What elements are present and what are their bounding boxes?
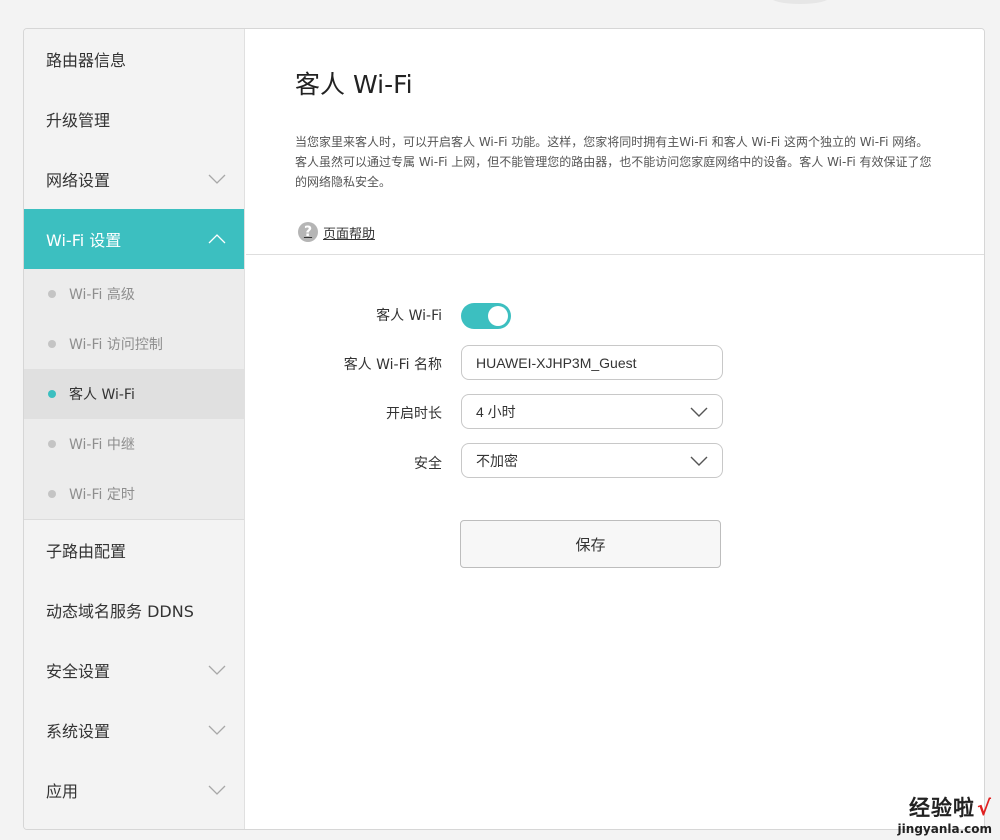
sidebar-item-label: 子路由配置 bbox=[46, 542, 127, 561]
chevron-down-icon bbox=[208, 785, 226, 795]
wifi-submenu: Wi-Fi 高级 Wi-Fi 访问控制 客人 Wi-Fi Wi-Fi 中继 Wi… bbox=[24, 269, 244, 520]
bullet-dot-icon bbox=[48, 440, 56, 448]
sidebar-item-apps[interactable]: 应用 bbox=[24, 760, 244, 820]
page-title: 客人 Wi-Fi bbox=[295, 70, 413, 99]
router-admin-window: 路由器信息 升级管理 网络设置 Wi-Fi 设置 Wi-Fi 高级 Wi-Fi … bbox=[23, 28, 985, 830]
sidebar-item-label: 网络设置 bbox=[46, 171, 111, 190]
sidebar-item-system-settings[interactable]: 系统设置 bbox=[24, 700, 244, 760]
sidebar-subitem-guest-wifi[interactable]: 客人 Wi-Fi bbox=[24, 369, 244, 419]
security-label: 安全 bbox=[414, 456, 442, 472]
guest-wifi-toggle-label: 客人 Wi-Fi bbox=[376, 308, 442, 324]
page-help-label: 页面帮助 bbox=[323, 226, 376, 242]
page-help-link[interactable]: ? 页面帮助 bbox=[298, 222, 375, 242]
sidebar-subitem-label: 客人 Wi-Fi bbox=[69, 387, 135, 403]
sidebar-item-label: 路由器信息 bbox=[46, 51, 127, 70]
sidebar-item-sub-router[interactable]: 子路由配置 bbox=[24, 520, 244, 580]
save-button[interactable]: 保存 bbox=[460, 520, 721, 568]
chevron-down-icon bbox=[208, 174, 226, 184]
sidebar-item-wifi-settings[interactable]: Wi-Fi 设置 bbox=[24, 209, 244, 269]
sidebar-item-label: 动态域名服务 DDNS bbox=[46, 602, 194, 621]
sidebar-subitem-wifi-access-control[interactable]: Wi-Fi 访问控制 bbox=[24, 319, 244, 369]
duration-select-value: 4 小时 bbox=[476, 403, 516, 420]
security-select[interactable]: 不加密 bbox=[461, 443, 723, 478]
sidebar-subitem-label: Wi-Fi 访问控制 bbox=[69, 337, 163, 353]
chevron-down-icon bbox=[690, 456, 708, 466]
guest-wifi-toggle[interactable] bbox=[461, 303, 511, 329]
toggle-knob bbox=[488, 306, 508, 326]
help-icon: ? bbox=[298, 222, 318, 242]
sidebar-subitem-label: Wi-Fi 定时 bbox=[69, 487, 135, 503]
sidebar-subitem-wifi-repeater[interactable]: Wi-Fi 中继 bbox=[24, 419, 244, 469]
bullet-dot-icon bbox=[48, 290, 56, 298]
watermark-url: jingyanla.com bbox=[897, 822, 992, 836]
sidebar-item-label: Wi-Fi 设置 bbox=[46, 231, 122, 250]
sidebar-subitem-label: Wi-Fi 中继 bbox=[69, 437, 135, 453]
chevron-down-icon bbox=[690, 407, 708, 417]
sidebar-subitem-wifi-schedule[interactable]: Wi-Fi 定时 bbox=[24, 469, 244, 519]
sidebar-item-label: 升级管理 bbox=[46, 111, 111, 130]
sidebar-item-ddns[interactable]: 动态域名服务 DDNS bbox=[24, 580, 244, 640]
main-panel: 客人 Wi-Fi 当您家里来客人时，可以开启客人 Wi-Fi 功能。这样，您家将… bbox=[246, 29, 984, 829]
section-divider bbox=[246, 254, 984, 255]
security-select-value: 不加密 bbox=[476, 452, 518, 469]
bullet-dot-icon bbox=[48, 340, 56, 348]
sidebar-item-label: 应用 bbox=[46, 782, 79, 801]
guest-wifi-name-label: 客人 Wi-Fi 名称 bbox=[343, 357, 442, 373]
chevron-up-icon bbox=[208, 234, 226, 244]
sidebar-subitem-label: Wi-Fi 高级 bbox=[69, 287, 135, 303]
sidebar-item-network-settings[interactable]: 网络设置 bbox=[24, 149, 244, 209]
sidebar-item-security-settings[interactable]: 安全设置 bbox=[24, 640, 244, 700]
guest-wifi-name-input[interactable]: HUAWEI-XJHP3M_Guest bbox=[461, 345, 723, 380]
sidebar: 路由器信息 升级管理 网络设置 Wi-Fi 设置 Wi-Fi 高级 Wi-Fi … bbox=[24, 29, 245, 829]
bullet-dot-icon bbox=[48, 490, 56, 498]
duration-label: 开启时长 bbox=[386, 406, 442, 422]
sidebar-item-upgrade[interactable]: 升级管理 bbox=[24, 89, 244, 149]
sidebar-item-label: 系统设置 bbox=[46, 722, 111, 741]
top-decoration bbox=[770, 0, 830, 4]
watermark: 经验啦√ jingyanla.com bbox=[898, 792, 992, 836]
duration-select[interactable]: 4 小时 bbox=[461, 394, 723, 429]
sidebar-subitem-wifi-advanced[interactable]: Wi-Fi 高级 bbox=[24, 269, 244, 319]
sidebar-item-label: 安全设置 bbox=[46, 662, 111, 681]
bullet-dot-icon bbox=[48, 390, 56, 398]
chevron-down-icon bbox=[208, 725, 226, 735]
page-description: 当您家里来客人时，可以开启客人 Wi-Fi 功能。这样，您家将同时拥有主Wi-F… bbox=[295, 135, 932, 189]
watermark-check-icon: √ bbox=[976, 796, 992, 820]
chevron-down-icon bbox=[208, 665, 226, 675]
sidebar-item-router-info[interactable]: 路由器信息 bbox=[24, 29, 244, 89]
watermark-title: 经验啦√ bbox=[908, 796, 992, 820]
